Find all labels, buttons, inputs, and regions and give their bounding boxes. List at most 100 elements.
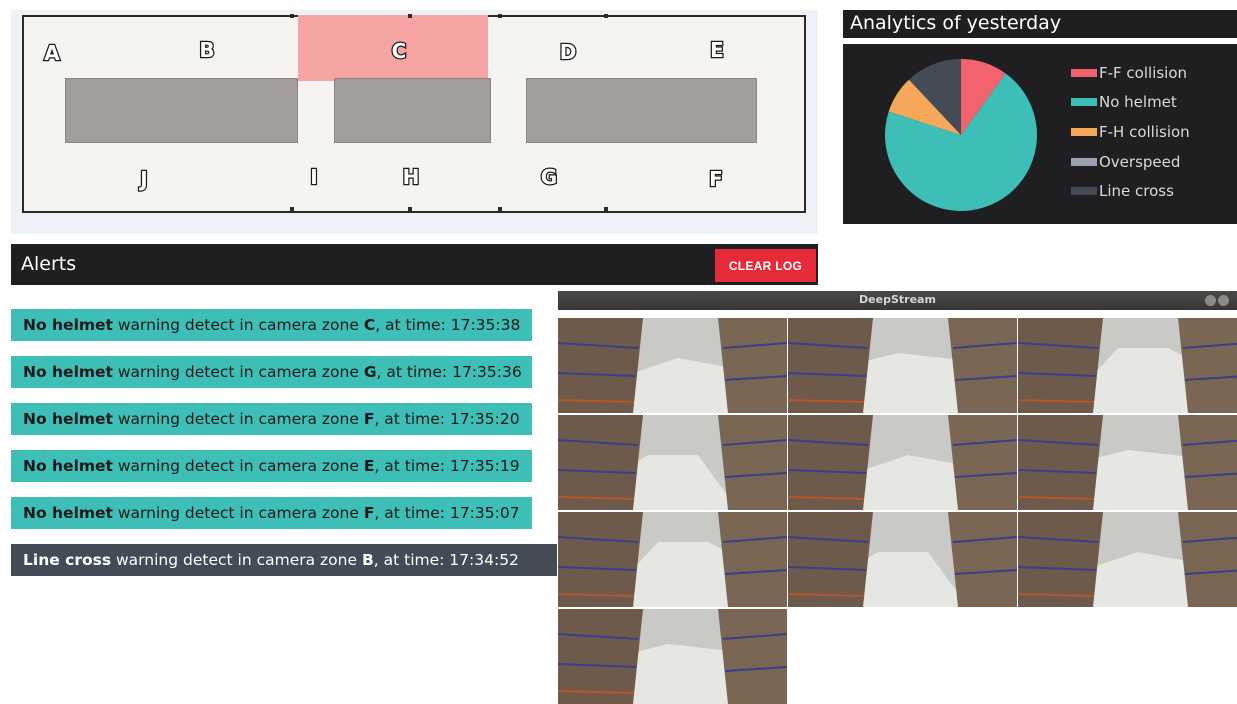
legend-item[interactable]: Overspeed <box>1071 147 1190 177</box>
camera-frame <box>558 609 787 704</box>
alert-zone: B <box>361 551 374 569</box>
legend-label: Line cross <box>1099 182 1174 201</box>
zone-label-h[interactable]: H <box>398 164 424 191</box>
alert-time: 17:34:52 <box>449 551 519 569</box>
alert-time: 17:35:19 <box>449 457 520 475</box>
alert-item: No helmet warning detect in camera zone … <box>11 497 532 529</box>
legend-item[interactable]: No helmet <box>1071 88 1190 118</box>
alert-list: No helmet warning detect in camera zone … <box>11 309 557 591</box>
alert-zone: F <box>363 410 375 428</box>
wall-joint <box>604 207 608 211</box>
alert-item: No helmet warning detect in camera zone … <box>11 356 532 388</box>
alert-type: No helmet <box>23 504 113 522</box>
clear-log-button[interactable]: CLEAR LOG <box>715 249 816 282</box>
alert-time: 17:35:20 <box>449 410 520 428</box>
camera-frame <box>788 415 1017 510</box>
legend-label: Overspeed <box>1099 152 1181 171</box>
camera-feed[interactable] <box>558 415 787 510</box>
alert-zone: G <box>363 363 377 381</box>
deepstream-window: DeepStream <box>558 291 1237 704</box>
alerts-header: Alerts CLEAR LOG <box>11 244 818 285</box>
floor-map-panel: A B C D E J I H G F <box>11 10 818 234</box>
alert-time-prefix: , at time: <box>374 457 450 475</box>
alert-item: No helmet warning detect in camera zone … <box>11 309 532 341</box>
legend-item[interactable]: F-F collision <box>1071 58 1190 88</box>
legend-swatch <box>1071 187 1097 196</box>
alert-message: warning detect in camera zone <box>112 457 364 475</box>
camera-feed[interactable] <box>1018 512 1237 607</box>
storage-rack <box>65 78 298 143</box>
alert-zone: C <box>363 316 376 334</box>
camera-feed[interactable] <box>1018 318 1237 413</box>
analytics-panel: F-F collision No helmet F-H collision Overs… <box>843 44 1237 224</box>
legend-item[interactable]: Line cross <box>1071 176 1190 206</box>
camera-frame <box>1018 512 1237 607</box>
alert-time-prefix: , at time: <box>374 410 450 428</box>
legend-label: F-H collision <box>1099 122 1190 141</box>
alert-type: No helmet <box>23 316 113 334</box>
camera-frame <box>1018 415 1237 510</box>
zone-label-c[interactable]: C <box>386 38 412 65</box>
camera-feed[interactable] <box>558 609 787 704</box>
wall-joint <box>408 14 412 18</box>
camera-feed[interactable] <box>1018 415 1237 510</box>
alert-time: 17:35:38 <box>450 316 521 334</box>
wall-joint <box>498 207 502 211</box>
legend-swatch <box>1071 157 1097 166</box>
camera-frame <box>1018 318 1237 413</box>
zone-label-b[interactable]: B <box>194 37 220 64</box>
camera-feed[interactable] <box>558 512 787 607</box>
window-title: DeepStream <box>859 293 936 306</box>
camera-frame <box>558 512 787 607</box>
zone-label-a[interactable]: A <box>39 40 65 67</box>
camera-feed[interactable] <box>788 512 1017 607</box>
zone-label-i[interactable]: I <box>301 164 327 191</box>
analytics-header: Analytics of yesterday <box>843 10 1237 38</box>
window-titlebar[interactable]: DeepStream <box>558 291 1237 310</box>
camera-frame <box>558 318 787 413</box>
zone-label-d[interactable]: D <box>555 39 581 66</box>
wall-joint <box>408 207 412 211</box>
wall-joint <box>498 14 502 18</box>
zone-label-g[interactable]: G <box>536 164 562 191</box>
floor-plan: A B C D E J I H G F <box>22 14 806 213</box>
alert-type: No helmet <box>23 410 113 428</box>
zone-label-e[interactable]: E <box>704 37 730 64</box>
alert-time-prefix: , at time: <box>373 551 450 569</box>
alert-time-prefix: , at time: <box>376 363 453 381</box>
analytics-title: Analytics of yesterday <box>850 12 1062 34</box>
wall-joint <box>290 207 294 211</box>
camera-feed[interactable] <box>788 415 1017 510</box>
alert-type: No helmet <box>23 363 113 381</box>
maximize-icon[interactable] <box>1218 295 1229 306</box>
legend-label: F-F collision <box>1099 63 1188 82</box>
wall-joint <box>604 14 608 18</box>
alert-zone: F <box>363 504 375 522</box>
legend-swatch <box>1071 68 1097 77</box>
storage-rack <box>526 78 757 143</box>
pie-chart <box>885 59 1037 211</box>
alert-item: Line cross warning detect in camera zone… <box>11 544 557 576</box>
camera-feed[interactable] <box>788 318 1017 413</box>
legend-item[interactable]: F-H collision <box>1071 117 1190 147</box>
alert-message: warning detect in camera zone <box>111 551 362 569</box>
alert-message: warning detect in camera zone <box>112 316 364 334</box>
alert-type: No helmet <box>23 457 113 475</box>
minimize-icon[interactable] <box>1205 295 1216 306</box>
chart-legend: F-F collision No helmet F-H collision Overs… <box>1071 58 1190 206</box>
alert-message: warning detect in camera zone <box>112 504 364 522</box>
alert-message: warning detect in camera zone <box>112 363 364 381</box>
camera-frame <box>558 415 787 510</box>
camera-grid <box>558 318 1237 704</box>
camera-frame <box>788 318 1017 413</box>
alert-zone: E <box>363 457 375 475</box>
zone-label-f[interactable]: F <box>703 166 729 193</box>
camera-feed[interactable] <box>558 318 787 413</box>
alerts-title: Alerts <box>21 253 77 275</box>
alert-item: No helmet warning detect in camera zone … <box>11 450 532 482</box>
alert-time: 17:35:36 <box>452 363 522 381</box>
zone-label-j[interactable]: J <box>131 166 157 193</box>
alert-type: Line cross <box>23 551 112 569</box>
alert-time-prefix: , at time: <box>375 316 451 334</box>
storage-rack <box>334 78 491 143</box>
